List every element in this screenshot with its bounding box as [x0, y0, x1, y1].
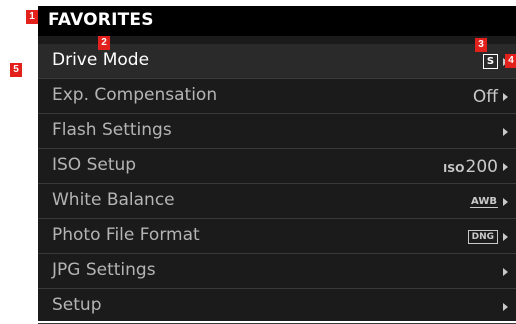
- menu-item-jpg-settings[interactable]: JPG Settings: [38, 254, 516, 289]
- menu-item-iso-setup[interactable]: ISO Setup ISO200: [38, 149, 516, 184]
- chevron-right-icon: [503, 232, 508, 241]
- annotation-marker-3: 3: [475, 38, 487, 52]
- menu-item-value: [503, 254, 508, 289]
- menu-item-value: [503, 114, 508, 149]
- menu-item-label: White Balance: [52, 190, 175, 210]
- menu-item-flash-settings[interactable]: Flash Settings: [38, 114, 516, 149]
- menu-item-value: DNG: [467, 219, 508, 254]
- menu-item-label: Exp. Compensation: [52, 85, 218, 105]
- annotation-marker-1: 1: [26, 10, 38, 24]
- chevron-right-icon: [503, 197, 508, 206]
- chevron-right-icon: [503, 92, 508, 101]
- chevron-right-icon: [503, 162, 508, 171]
- value-text: Off: [472, 86, 498, 107]
- annotation-marker-4: 4: [505, 54, 516, 68]
- menu-item-label: Photo File Format: [52, 225, 200, 245]
- value-text: 200: [465, 156, 498, 177]
- favorites-menu: Drive Mode S Exp. Compensation Off Flash…: [38, 44, 516, 324]
- page-title: FAVORITES: [48, 10, 154, 30]
- menu-item-label: Setup: [52, 295, 102, 315]
- menu-item-setup[interactable]: Setup: [38, 289, 516, 324]
- menu-item-label: ISO Setup: [52, 155, 137, 175]
- menu-item-value: [503, 289, 508, 324]
- annotation-marker-2: 2: [98, 36, 110, 50]
- awb-icon: AWB: [470, 195, 498, 208]
- menu-item-value: AWB: [470, 184, 508, 219]
- dng-icon: DNG: [467, 229, 498, 244]
- iso-value: ISO200: [443, 157, 498, 177]
- chevron-right-icon: [503, 267, 508, 276]
- menu-header: FAVORITES: [38, 6, 516, 36]
- iso-prefix: ISO: [443, 161, 465, 175]
- menu-item-label: JPG Settings: [52, 260, 156, 280]
- menu-item-label: Drive Mode: [52, 50, 150, 70]
- single-shot-icon: S: [483, 54, 498, 69]
- menu-item-value: Off: [473, 79, 508, 114]
- camera-menu-screen: FAVORITES Drive Mode S Exp. Compensation…: [38, 6, 516, 324]
- chevron-right-icon: [503, 302, 508, 311]
- annotation-marker-5: 5: [10, 63, 22, 77]
- menu-item-exp-compensation[interactable]: Exp. Compensation Off: [38, 79, 516, 114]
- menu-item-value: ISO200: [443, 149, 508, 184]
- menu-item-white-balance[interactable]: White Balance AWB: [38, 184, 516, 219]
- chevron-right-icon: [503, 127, 508, 136]
- menu-item-photo-file-format[interactable]: Photo File Format DNG: [38, 219, 516, 254]
- menu-item-label: Flash Settings: [52, 120, 172, 140]
